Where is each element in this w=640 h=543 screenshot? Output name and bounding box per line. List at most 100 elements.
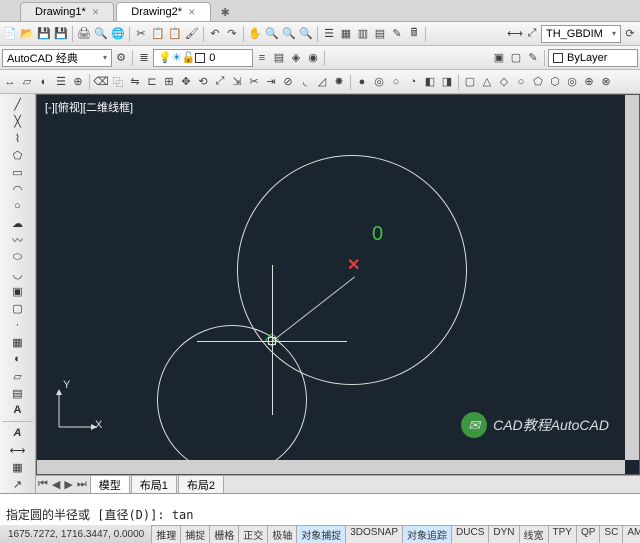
layout-nav-last-icon[interactable]: ⏭ xyxy=(75,478,89,491)
region-icon[interactable]: ◐ xyxy=(36,74,52,90)
scrollbar-vertical[interactable] xyxy=(625,95,639,460)
doc-tab-2[interactable]: Drawing2*✕ xyxy=(116,2,210,21)
chamfer-icon[interactable]: ◿ xyxy=(314,74,330,90)
copy-icon[interactable]: 📋 xyxy=(150,26,166,42)
circle-icon[interactable]: ○ xyxy=(10,198,26,214)
cut-icon[interactable]: ✂ xyxy=(133,26,149,42)
layer-off-icon[interactable]: ◉ xyxy=(305,50,321,66)
insert-block-icon[interactable]: ▣ xyxy=(491,50,507,66)
layer-select[interactable]: 💡☀🔓0 xyxy=(153,49,253,67)
new-icon[interactable]: 📄 xyxy=(2,26,18,42)
zoom-prev-icon[interactable]: 🔍 xyxy=(298,26,314,42)
toggle-grid[interactable]: 栅格 xyxy=(209,525,239,543)
toggle-otrack[interactable]: 对象追踪 xyxy=(402,525,452,543)
plot-icon[interactable]: 🖨 xyxy=(76,26,92,42)
layout-nav-first-icon[interactable]: ⏮ xyxy=(36,478,50,491)
pline-icon[interactable]: ⌇ xyxy=(10,130,26,146)
toggle-ortho[interactable]: 正交 xyxy=(238,525,268,543)
erase-icon[interactable]: ⌫ xyxy=(93,74,109,90)
solid1-icon[interactable]: ▢ xyxy=(462,74,478,90)
rotate-icon[interactable]: ⟲ xyxy=(195,74,211,90)
fillet-icon[interactable]: ◟ xyxy=(297,74,313,90)
layer-iso-icon[interactable]: ◈ xyxy=(288,50,304,66)
toggle-am[interactable]: AM xyxy=(622,525,640,543)
spline-icon[interactable]: 〰 xyxy=(10,232,26,248)
array-icon[interactable]: ⊞ xyxy=(161,74,177,90)
zoom-icon[interactable]: 🔍 xyxy=(264,26,280,42)
offset-icon[interactable]: ⊏ xyxy=(144,74,160,90)
publish-icon[interactable]: 🌐 xyxy=(110,26,126,42)
color-select[interactable]: ByLayer xyxy=(548,49,638,67)
solid9-icon[interactable]: ⊗ xyxy=(598,74,614,90)
doc-tab-1[interactable]: Drawing1*✕ xyxy=(20,2,114,21)
saveas-icon[interactable]: 💾 xyxy=(53,26,69,42)
area-icon[interactable]: ▱ xyxy=(19,74,35,90)
toggle-lwt[interactable]: 线宽 xyxy=(519,525,549,543)
toggle-sc[interactable]: SC xyxy=(599,525,623,543)
cone-icon[interactable]: ◔ xyxy=(405,74,421,90)
toggle-snap[interactable]: 捕捉 xyxy=(180,525,210,543)
ellipse-arc-icon[interactable]: ◡ xyxy=(10,266,26,282)
distance-icon[interactable]: ↔ xyxy=(2,74,18,90)
extend-icon[interactable]: ⇥ xyxy=(263,74,279,90)
ucs-icon[interactable]: Y X xyxy=(51,385,101,438)
list-icon[interactable]: ☰ xyxy=(53,74,69,90)
rectangle-icon[interactable]: ▭ xyxy=(10,164,26,180)
design-center-icon[interactable]: ▦ xyxy=(338,26,354,42)
matchprop-icon[interactable]: 🖌 xyxy=(184,26,200,42)
command-line[interactable]: 指定圆的半径或 [直径(D)]: tan xyxy=(0,493,640,525)
toggle-ducs[interactable]: DUCS xyxy=(451,525,489,543)
layout-tab-model[interactable]: 模型 xyxy=(90,475,130,494)
solid2-icon[interactable]: △ xyxy=(479,74,495,90)
layer-props-icon[interactable]: ≣ xyxy=(136,50,152,66)
preview-icon[interactable]: 🔍 xyxy=(93,26,109,42)
solid7-icon[interactable]: ◎ xyxy=(564,74,580,90)
region2-icon[interactable]: ▱ xyxy=(10,368,26,384)
dim-linear-icon[interactable]: ⟷ xyxy=(507,26,523,42)
scale-icon[interactable]: ⤢ xyxy=(212,74,228,90)
cylinder-icon[interactable]: ○ xyxy=(388,74,404,90)
block-icon[interactable]: ▢ xyxy=(10,300,26,316)
copy-obj-icon[interactable]: ⿻ xyxy=(110,74,126,90)
polygon-icon[interactable]: ⬠ xyxy=(10,147,26,163)
ellipse-icon[interactable]: ⬭ xyxy=(10,249,26,265)
scrollbar-horizontal[interactable] xyxy=(37,460,625,474)
solid4-icon[interactable]: ○ xyxy=(513,74,529,90)
layer-states-icon[interactable]: ▤ xyxy=(271,50,287,66)
layout-nav-next-icon[interactable]: ▶ xyxy=(62,478,74,491)
drawing-canvas[interactable]: [-][俯视][二维线框] ✕ 0 Y xyxy=(36,94,640,475)
layout-tab-2[interactable]: 布局2 xyxy=(178,475,224,494)
layout-nav-prev-icon[interactable]: ◀ xyxy=(50,478,62,491)
undo-icon[interactable]: ↶ xyxy=(207,26,223,42)
move-icon[interactable]: ✥ xyxy=(178,74,194,90)
id-icon[interactable]: ⊕ xyxy=(70,74,86,90)
pan-icon[interactable]: ✋ xyxy=(247,26,263,42)
wedge-icon[interactable]: ◨ xyxy=(439,74,455,90)
dim-aligned-icon[interactable]: ⤢ xyxy=(524,26,540,42)
toggle-osnap[interactable]: 对象捕捉 xyxy=(296,525,346,543)
hatch-icon[interactable]: ▦ xyxy=(10,334,26,350)
mleaderstyle-icon[interactable]: ↗ xyxy=(10,476,26,492)
table-icon[interactable]: ▤ xyxy=(10,385,26,401)
text-style-icon[interactable]: A xyxy=(10,425,26,441)
arc-icon[interactable]: ◠ xyxy=(10,181,26,197)
tool-palettes-icon[interactable]: ▥ xyxy=(355,26,371,42)
toggle-infer[interactable]: 推理 xyxy=(151,525,181,543)
trim-icon[interactable]: ✂ xyxy=(246,74,262,90)
new-tab-button[interactable]: ✱ xyxy=(213,4,238,21)
insert-icon[interactable]: ▣ xyxy=(10,283,26,299)
layer-prev-icon[interactable]: ≡ xyxy=(254,50,270,66)
tablestyle-icon[interactable]: ▦ xyxy=(10,459,26,475)
workspace-select[interactable]: AutoCAD 经典 xyxy=(2,49,112,67)
status-coords[interactable]: 1675.7272, 1716.3447, 0.0000 xyxy=(0,529,152,540)
solid5-icon[interactable]: ⬠ xyxy=(530,74,546,90)
sphere-icon[interactable]: ● xyxy=(354,74,370,90)
sheet-set-icon[interactable]: ▤ xyxy=(372,26,388,42)
make-block-icon[interactable]: ▢ xyxy=(508,50,524,66)
viewport-label[interactable]: [-][俯视][二维线框] xyxy=(45,99,133,115)
solid3-icon[interactable]: ◇ xyxy=(496,74,512,90)
stretch-icon[interactable]: ⇲ xyxy=(229,74,245,90)
paste-icon[interactable]: 📋 xyxy=(167,26,183,42)
break-icon[interactable]: ⊘ xyxy=(280,74,296,90)
dim-update-icon[interactable]: ⟳ xyxy=(622,26,638,42)
